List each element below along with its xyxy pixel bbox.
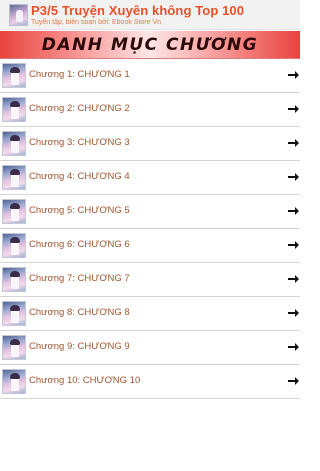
chapter-label: Chương 1: CHƯƠNG 1	[29, 69, 130, 80]
arrow-right-icon	[288, 241, 299, 249]
chapter-label: Chương 7: CHƯƠNG 7	[29, 273, 130, 284]
chapter-cover-icon	[2, 131, 26, 156]
arrow-right-icon	[288, 207, 299, 215]
book-cover-icon	[9, 4, 28, 26]
chapter-cover-icon	[2, 63, 26, 88]
chapter-label: Chương 2: CHƯƠNG 2	[29, 103, 130, 114]
chapter-item-2[interactable]: Chương 2: CHƯƠNG 2	[0, 93, 300, 127]
chapter-item-5[interactable]: Chương 5: CHƯƠNG 5	[0, 195, 300, 229]
chapter-cover-icon	[2, 335, 26, 360]
chapter-item-10[interactable]: Chương 10: CHƯƠNG 10	[0, 365, 300, 399]
arrow-right-icon	[288, 309, 299, 317]
arrow-right-icon	[288, 343, 299, 351]
chapter-label: Chương 10: CHƯƠNG 10	[29, 375, 141, 386]
chapter-cover-icon	[2, 369, 26, 394]
arrow-right-icon	[288, 275, 299, 283]
arrow-right-icon	[288, 173, 299, 181]
arrow-right-icon	[288, 71, 299, 79]
chapter-label: Chương 8: CHƯƠNG 8	[29, 307, 130, 318]
chapter-list: Chương 1: CHƯƠNG 1 Chương 2: CHƯƠNG 2 Ch…	[0, 59, 300, 399]
app-subtitle: Tuyển tập, biên soạn bởi: Ebook Store Vn	[31, 19, 162, 26]
chapter-item-3[interactable]: Chương 3: CHƯƠNG 3	[0, 127, 300, 161]
chapter-label: Chương 6: CHƯƠNG 6	[29, 239, 130, 250]
banner-title: DANH MỤC CHƯƠNG	[41, 35, 259, 55]
chapter-label: Chương 9: CHƯƠNG 9	[29, 341, 130, 352]
chapter-item-4[interactable]: Chương 4: CHƯƠNG 4	[0, 161, 300, 195]
chapter-item-8[interactable]: Chương 8: CHƯƠNG 8	[0, 297, 300, 331]
chapter-item-7[interactable]: Chương 7: CHƯƠNG 7	[0, 263, 300, 297]
chapter-cover-icon	[2, 233, 26, 258]
chapter-cover-icon	[2, 267, 26, 292]
arrow-right-icon	[288, 139, 299, 147]
chapter-label: Chương 4: CHƯƠNG 4	[29, 171, 130, 182]
app-title: P3/5 Truyện Xuyên không Top 100	[31, 3, 245, 18]
app-header: P3/5 Truyện Xuyên không Top 100 Tuyển tậ…	[0, 0, 300, 30]
chapter-cover-icon	[2, 301, 26, 326]
arrow-right-icon	[288, 377, 299, 385]
chapter-cover-icon	[2, 97, 26, 122]
chapter-item-1[interactable]: Chương 1: CHƯƠNG 1	[0, 59, 300, 93]
chapter-label: Chương 3: CHƯƠNG 3	[29, 137, 130, 148]
chapter-list-banner: DANH MỤC CHƯƠNG	[0, 31, 300, 59]
arrow-right-icon	[288, 105, 299, 113]
chapter-cover-icon	[2, 165, 26, 190]
chapter-item-9[interactable]: Chương 9: CHƯƠNG 9	[0, 331, 300, 365]
chapter-cover-icon	[2, 199, 26, 224]
chapter-label: Chương 5: CHƯƠNG 5	[29, 205, 130, 216]
empty-list-area	[0, 399, 300, 471]
chapter-item-6[interactable]: Chương 6: CHƯƠNG 6	[0, 229, 300, 263]
